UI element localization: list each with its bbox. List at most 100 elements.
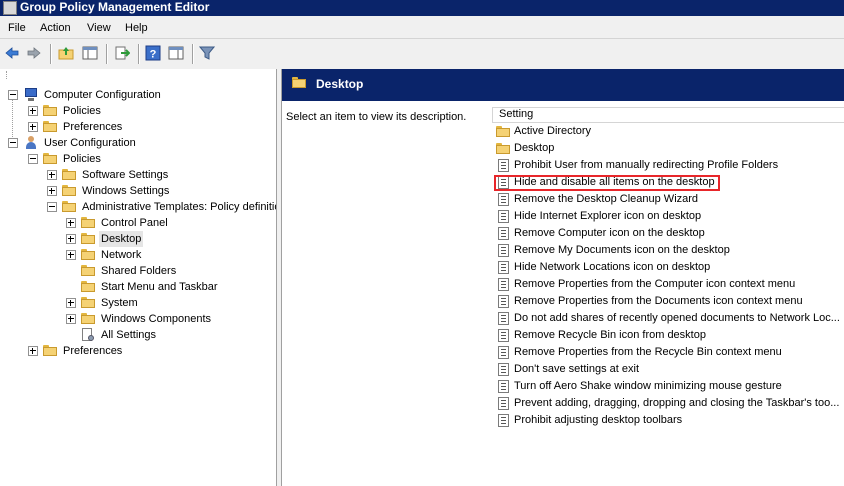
list-item[interactable]: Do not add shares of recently opened doc… bbox=[496, 310, 844, 327]
toolbar-separator bbox=[192, 44, 194, 64]
expand-icon[interactable] bbox=[66, 218, 76, 228]
tree-item-system[interactable]: System bbox=[0, 295, 276, 311]
tree-item-administrative-templates[interactable]: Administrative Templates: Policy definit… bbox=[0, 199, 276, 215]
console-tree[interactable]: Computer Configuration Policies Preferen… bbox=[0, 69, 277, 486]
tree-item-network[interactable]: Network bbox=[0, 247, 276, 263]
expand-icon[interactable] bbox=[28, 122, 38, 132]
expand-icon[interactable] bbox=[28, 346, 38, 356]
filter-icon[interactable] bbox=[199, 45, 215, 61]
details-header: Desktop bbox=[282, 69, 844, 101]
tree-item-control-panel[interactable]: Control Panel bbox=[0, 215, 276, 231]
policy-icon bbox=[498, 278, 509, 291]
title-bar: Group Policy Management Editor bbox=[0, 0, 844, 16]
expand-icon[interactable] bbox=[66, 250, 76, 260]
tree-item-windows-settings[interactable]: Windows Settings bbox=[0, 183, 276, 199]
folder-icon bbox=[81, 249, 95, 260]
expand-icon[interactable] bbox=[28, 106, 38, 116]
list-item[interactable]: Don't save settings at exit bbox=[496, 361, 844, 378]
list-item[interactable]: Remove Recycle Bin icon from desktop bbox=[496, 327, 844, 344]
tree-item-start-menu-and-taskbar[interactable]: Start Menu and Taskbar bbox=[0, 279, 276, 295]
toolbar-separator bbox=[106, 44, 108, 64]
tree-item-preferences[interactable]: Preferences bbox=[0, 119, 276, 135]
tree-item-software-settings[interactable]: Software Settings bbox=[0, 167, 276, 183]
tree-item-preferences[interactable]: Preferences bbox=[0, 343, 276, 359]
tree-item-label: Preferences bbox=[63, 121, 123, 133]
description-text: Select an item to view its description. bbox=[286, 111, 467, 123]
toolbar-separator bbox=[50, 44, 52, 64]
expand-icon[interactable] bbox=[47, 186, 57, 196]
list-item-label: Remove Properties from the Recycle Bin c… bbox=[514, 346, 782, 358]
list-item[interactable]: Remove Properties from the Documents ico… bbox=[496, 293, 844, 310]
folder-icon bbox=[496, 126, 510, 137]
export-list-icon[interactable] bbox=[114, 45, 130, 61]
expand-icon[interactable] bbox=[66, 234, 76, 244]
folder-icon bbox=[292, 77, 306, 88]
column-header-label: Setting bbox=[499, 108, 534, 120]
tree-item-computer-configuration[interactable]: Computer Configuration bbox=[0, 87, 276, 103]
help-icon[interactable]: ? bbox=[145, 45, 161, 61]
tree-item-label: Windows Components bbox=[101, 313, 212, 325]
svg-text:?: ? bbox=[150, 49, 157, 61]
tree-item-label: Computer Configuration bbox=[44, 89, 161, 101]
folder-icon bbox=[81, 281, 95, 292]
menu-bar: File Action View Help bbox=[0, 18, 844, 38]
expand-icon[interactable] bbox=[47, 170, 57, 180]
back-icon[interactable] bbox=[4, 45, 20, 61]
policy-icon bbox=[498, 244, 509, 257]
tree-item-policies[interactable]: Policies bbox=[0, 103, 276, 119]
tree-item-policies[interactable]: Policies bbox=[0, 151, 276, 167]
settings-icon bbox=[81, 328, 95, 342]
list-item[interactable]: Active Directory bbox=[496, 123, 844, 140]
list-item[interactable]: Hide Network Locations icon on desktop bbox=[496, 259, 844, 276]
list-item[interactable]: Remove the Desktop Cleanup Wizard bbox=[496, 191, 844, 208]
expand-icon[interactable] bbox=[66, 314, 76, 324]
properties-view-icon[interactable] bbox=[168, 45, 184, 61]
forward-icon[interactable] bbox=[26, 45, 42, 61]
list-item[interactable]: Prohibit adjusting desktop toolbars bbox=[496, 412, 844, 429]
policy-icon bbox=[498, 227, 509, 240]
menu-file[interactable]: File bbox=[8, 22, 26, 34]
list-item[interactable]: Remove Properties from the Computer icon… bbox=[496, 276, 844, 293]
list-item[interactable]: Remove Properties from the Recycle Bin c… bbox=[496, 344, 844, 361]
menu-action[interactable]: Action bbox=[40, 22, 71, 34]
list-item-highlighted[interactable]: Hide and disable all items on the deskto… bbox=[496, 174, 844, 191]
show-hide-console-tree-icon[interactable] bbox=[82, 45, 98, 61]
details-title: Desktop bbox=[316, 77, 364, 91]
tree-item-label: Windows Settings bbox=[82, 185, 170, 197]
toolbar: ? bbox=[0, 38, 844, 70]
collapse-icon[interactable] bbox=[8, 138, 18, 148]
collapse-icon[interactable] bbox=[28, 154, 38, 164]
tree-item-desktop[interactable]: Desktop bbox=[0, 231, 276, 247]
expand-icon[interactable] bbox=[66, 298, 76, 308]
list-item[interactable]: Turn off Aero Shake window minimizing mo… bbox=[496, 378, 844, 395]
list-item[interactable]: Remove My Documents icon on the desktop bbox=[496, 242, 844, 259]
tree-item-label: Software Settings bbox=[82, 169, 169, 181]
up-folder-icon[interactable] bbox=[58, 45, 74, 61]
policy-icon bbox=[498, 346, 509, 359]
folder-icon bbox=[496, 143, 510, 154]
list-item-label: Active Directory bbox=[514, 125, 592, 137]
tree-item-shared-folders[interactable]: Shared Folders bbox=[0, 263, 276, 279]
tree-connector bbox=[6, 71, 8, 79]
column-header-setting[interactable]: Setting bbox=[492, 107, 844, 123]
folder-icon bbox=[43, 345, 57, 356]
list-item[interactable]: Remove Computer icon on the desktop bbox=[496, 225, 844, 242]
policy-icon bbox=[498, 380, 509, 393]
list-item[interactable]: Desktop bbox=[496, 140, 844, 157]
policy-icon bbox=[498, 329, 509, 342]
collapse-icon[interactable] bbox=[8, 90, 18, 100]
collapse-icon[interactable] bbox=[47, 202, 57, 212]
policy-icon bbox=[498, 176, 509, 189]
menu-help[interactable]: Help bbox=[125, 22, 148, 34]
list-item-label: Don't save settings at exit bbox=[514, 363, 639, 375]
list-item[interactable]: Prevent adding, dragging, dropping and c… bbox=[496, 395, 844, 412]
tree-item-all-settings[interactable]: All Settings bbox=[0, 327, 276, 343]
list-item[interactable]: Prohibit User from manually redirecting … bbox=[496, 157, 844, 174]
folder-icon bbox=[81, 265, 95, 276]
menu-view[interactable]: View bbox=[87, 22, 111, 34]
list-item[interactable]: Hide Internet Explorer icon on desktop bbox=[496, 208, 844, 225]
folder-icon bbox=[43, 105, 57, 116]
tree-item-windows-components[interactable]: Windows Components bbox=[0, 311, 276, 327]
list-item-label: Remove Computer icon on the desktop bbox=[514, 227, 705, 239]
tree-item-user-configuration[interactable]: User Configuration bbox=[0, 135, 276, 151]
